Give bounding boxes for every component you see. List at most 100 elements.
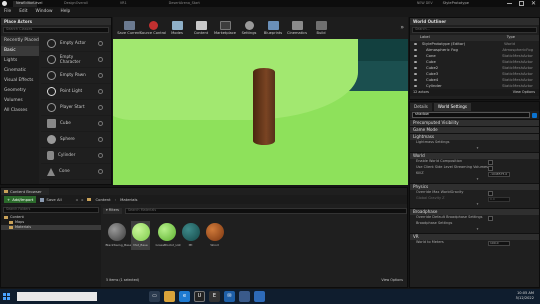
close-icon[interactable]: ✕	[531, 0, 536, 7]
modes-button[interactable]: Modes	[167, 20, 187, 36]
level-tab[interactable]: DesertArena_Start	[166, 1, 203, 7]
save-current-button[interactable]: Save Current	[117, 20, 141, 36]
maximize-icon[interactable]	[518, 1, 524, 6]
actor-item[interactable]: Cylinder	[41, 148, 111, 164]
eye-icon[interactable]	[414, 67, 417, 69]
place-actors-search[interactable]: Search Classes	[3, 27, 109, 33]
category-basic[interactable]: Basic	[1, 46, 39, 56]
view-options-icon[interactable]	[532, 112, 537, 118]
minimize-icon[interactable]	[506, 3, 512, 4]
menu-help[interactable]: Help	[60, 9, 70, 14]
help-icon[interactable]	[98, 73, 103, 78]
store-icon[interactable]	[239, 291, 250, 302]
section-game-mode[interactable]: Game Mode	[410, 126, 539, 133]
clock[interactable]: 10:05 AM 5/12/2022	[516, 292, 534, 300]
back-arrow-icon[interactable]: ◂	[76, 197, 78, 202]
asset-tile[interactable]: GrassBlock2_LGt	[156, 223, 181, 248]
help-icon[interactable]	[98, 41, 103, 46]
path-content[interactable]: Content	[95, 197, 110, 202]
file-explorer-icon[interactable]	[164, 291, 175, 302]
help-icon[interactable]	[98, 57, 103, 62]
section-physics[interactable]: Physics	[410, 183, 539, 190]
forward-arrow-icon[interactable]: ▸	[82, 197, 84, 202]
marketplace-button[interactable]: Marketplace	[214, 20, 236, 36]
help-icon[interactable]	[98, 105, 103, 110]
override-broadphase-checkbox[interactable]	[488, 215, 493, 221]
menu-edit[interactable]: Edit	[19, 9, 27, 14]
menu-file[interactable]: File	[4, 9, 11, 14]
override-gravity-checkbox[interactable]	[488, 190, 493, 196]
eye-icon[interactable]	[414, 73, 417, 75]
edge-browser-icon[interactable]: e	[179, 291, 190, 302]
folder-search[interactable]: Search Folders	[3, 207, 99, 213]
tree-item-materials[interactable]: Materials	[1, 225, 101, 230]
start-windows-icon[interactable]	[3, 293, 10, 300]
category-geometry[interactable]: Geometry	[1, 86, 39, 96]
actor-item[interactable]: Empty Character	[41, 52, 111, 68]
taskbar-search[interactable]	[17, 292, 97, 301]
category-volumes[interactable]: Volumes	[1, 96, 39, 106]
more-chevron-icon[interactable]: »	[400, 25, 404, 31]
filters-button[interactable]: ▾ Filters	[103, 207, 122, 214]
section-broadphase[interactable]: Broadphase	[410, 208, 539, 215]
eye-icon[interactable]	[414, 85, 417, 87]
help-icon[interactable]	[98, 89, 103, 94]
help-icon[interactable]	[98, 169, 103, 174]
asset-tile[interactable]: Mt	[181, 223, 200, 248]
client-streaming-checkbox[interactable]	[488, 165, 493, 171]
actor-item[interactable]: Player Start	[41, 100, 111, 116]
help-icon[interactable]	[98, 121, 103, 126]
tab-details[interactable]: Details	[410, 102, 432, 111]
actor-item[interactable]: Empty Actor	[41, 36, 111, 52]
category-recently-placed[interactable]: Recently Placed	[1, 36, 39, 46]
eye-icon[interactable]	[414, 61, 417, 63]
epic-launcher-icon[interactable]: E	[209, 291, 220, 302]
menu-window[interactable]: Window	[36, 9, 53, 14]
level-tab[interactable]: VR1	[117, 1, 130, 7]
settings-button[interactable]: Settings	[239, 20, 259, 36]
outliner-search[interactable]: Search...	[412, 27, 537, 33]
level-tab[interactable]: NewEditorLevel	[13, 0, 42, 7]
section-precomputed-visibility[interactable]: Precomputed Visibility	[410, 119, 539, 126]
actor-item[interactable]: Empty Pawn	[41, 68, 111, 84]
details-search-input[interactable]: shadow	[412, 112, 530, 118]
eye-icon[interactable]	[414, 55, 417, 57]
cinematics-button[interactable]: Cinematics	[287, 20, 307, 36]
task-view-icon[interactable]: ▭	[149, 291, 160, 302]
add-import-button[interactable]: + Add/Import	[4, 196, 37, 203]
content-browser-tab[interactable]: Content Browser	[1, 188, 49, 195]
section-lightmass[interactable]: Lightmass	[410, 133, 539, 140]
help-icon[interactable]	[98, 153, 103, 158]
category-lights[interactable]: Lights	[1, 56, 39, 66]
source-control-button[interactable]: Source Control	[140, 20, 166, 36]
category-cinematic[interactable]: Cinematic	[1, 66, 39, 76]
eye-icon[interactable]	[414, 79, 417, 81]
category-all-classes[interactable]: All Classes	[1, 106, 39, 116]
save-all-button[interactable]: Save All	[40, 197, 62, 202]
asset-tile[interactable]: BlackSwing_Base	[106, 223, 131, 248]
eye-icon[interactable]	[414, 49, 417, 51]
section-vr[interactable]: VR	[410, 233, 539, 240]
gravity-input[interactable]: 0.0	[488, 196, 510, 202]
asset-search-input[interactable]: Search Materials	[124, 207, 407, 214]
build-button[interactable]: Build	[311, 20, 331, 36]
asset-tile-selected[interactable]: Mat_Base	[131, 221, 150, 250]
blueprints-button[interactable]: Blueprints	[263, 20, 283, 36]
actor-item[interactable]: Cube	[41, 116, 111, 132]
photos-icon[interactable]	[254, 291, 265, 302]
mail-icon[interactable]: ✉	[224, 291, 235, 302]
section-world[interactable]: World	[410, 152, 539, 159]
world-composition-checkbox[interactable]	[488, 159, 493, 165]
actor-item[interactable]: Point Light	[41, 84, 111, 100]
unreal-engine-icon[interactable]: U	[194, 291, 205, 302]
path-materials[interactable]: Materials	[120, 197, 137, 202]
actor-item[interactable]: Sphere	[41, 132, 111, 148]
content-button[interactable]: Content	[191, 20, 211, 36]
level-tab[interactable]: DesignOverall	[61, 1, 91, 7]
eye-icon[interactable]	[414, 43, 417, 45]
level-viewport[interactable]	[113, 39, 408, 185]
killz-input[interactable]: -1048575.0	[488, 171, 510, 177]
actor-item[interactable]: Cone	[41, 164, 111, 180]
asset-tile[interactable]: Wood	[205, 223, 224, 248]
help-icon[interactable]	[98, 137, 103, 142]
